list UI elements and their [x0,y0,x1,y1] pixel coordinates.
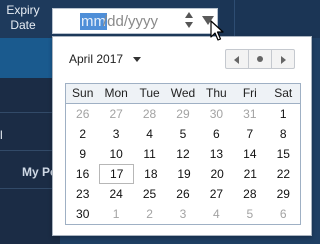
calendar-day[interactable]: 30 [200,104,233,124]
calendar-day[interactable]: 18 [134,164,167,184]
left-panel [0,78,60,244]
calendar-day[interactable]: 30 [66,204,99,224]
weekday-header-cell: Sat [274,86,293,100]
weekday-header-cell: Thu [206,86,227,100]
calendar-day[interactable]: 7 [233,124,266,144]
weekday-header-cell: Tue [139,86,160,100]
expiry-date-label: Expiry Date [6,3,40,32]
weekday-header-cell: Mon [104,86,128,100]
date-segments[interactable]: /dd/yyyy [103,13,158,30]
calendar-day[interactable]: 12 [166,144,199,164]
calendar-week-row: 26 27 28 29 30 31 1 [66,104,300,124]
weekday-header-cell: Wed [170,86,196,100]
background-mark: l [0,128,3,142]
calendar-day[interactable]: 10 [99,144,132,164]
calendar-day[interactable]: 26 [66,104,99,124]
mouse-cursor-icon [210,20,224,41]
weekday-header-cell: Fri [242,86,257,100]
calendar-day[interactable]: 28 [133,104,166,124]
calendar-day[interactable]: 14 [233,144,266,164]
calendar-day[interactable]: 16 [66,164,99,184]
calendar-day-today[interactable]: 17 [99,164,135,184]
spin-down-icon[interactable] [185,22,193,28]
calendar-day[interactable]: 3 [99,124,132,144]
chevron-left-icon [234,56,239,64]
weekday-header-cell: Sun [72,86,94,100]
calendar-day[interactable]: 1 [267,104,300,124]
dot-icon [257,56,263,62]
month-year-selector[interactable]: April 2017 [69,52,123,66]
calendar-day[interactable]: 23 [66,184,99,204]
calendar-day[interactable]: 6 [267,204,300,224]
calendar-day[interactable]: 25 [133,184,166,204]
calendar-grid: Sun Mon Tue Wed Thu Fri Sat 26 27 28 29 30 31 1 2 3 4 5 6… [65,83,301,225]
spin-up-icon[interactable] [185,12,193,18]
calendar-popup: April 2017 Sun Mon Tue Wed Thu Fri Sat 26 27 28 2… [52,36,312,236]
calendar-day[interactable]: 24 [99,184,132,204]
next-month-button[interactable] [271,49,295,69]
calendar-day[interactable]: 27 [200,184,233,204]
divider [0,112,60,113]
calendar-week-row: 30 1 2 3 4 5 6 [66,204,300,224]
calendar-day[interactable]: 2 [133,204,166,224]
calendar-week-row: 16 17 18 19 20 21 22 [66,164,300,184]
calendar-day[interactable]: 6 [200,124,233,144]
caret-down-icon[interactable] [133,57,141,62]
today-button[interactable] [248,49,272,69]
calendar-week-row: 23 24 25 26 27 28 29 [66,184,300,204]
calendar-day[interactable]: 9 [66,144,99,164]
divider [0,150,60,151]
date-spinner[interactable] [185,12,195,30]
divider [0,188,60,189]
calendar-day[interactable]: 26 [166,184,199,204]
calendar-day[interactable]: 29 [166,104,199,124]
header-right-area [220,0,320,38]
calendar-day[interactable]: 20 [201,164,234,184]
calendar-day[interactable]: 29 [267,184,300,204]
calendar-day[interactable]: 2 [66,124,99,144]
calendar-week-row: 2345678 [66,124,300,144]
expiry-date-input[interactable]: mm /dd/yyyy [52,8,218,34]
calendar-day[interactable]: 27 [99,104,132,124]
calendar-day[interactable]: 8 [267,124,300,144]
calendar-nav [225,49,295,69]
calendar-day[interactable]: 19 [167,164,200,184]
weekday-header: Sun Mon Tue Wed Thu Fri Sat [66,84,300,104]
calendar-day[interactable]: 4 [133,124,166,144]
calendar-day[interactable]: 11 [133,144,166,164]
calendar-day[interactable]: 3 [166,204,199,224]
calendar-day[interactable]: 13 [200,144,233,164]
header-divider [234,0,235,38]
calendar-day[interactable]: 22 [267,164,300,184]
calendar-day[interactable]: 4 [200,204,233,224]
blue-band [0,38,60,78]
calendar-day[interactable]: 5 [166,124,199,144]
calendar-week-row: 9 10 11 12 13 14 15 [66,144,300,164]
calendar-day[interactable]: 28 [233,184,266,204]
previous-month-button[interactable] [225,49,249,69]
calendar-day[interactable]: 15 [267,144,300,164]
calendar-day[interactable]: 21 [234,164,267,184]
calendar-day[interactable]: 31 [233,104,266,124]
calendar-day[interactable]: 5 [233,204,266,224]
chevron-right-icon [281,56,286,64]
calendar-day[interactable]: 1 [99,204,132,224]
